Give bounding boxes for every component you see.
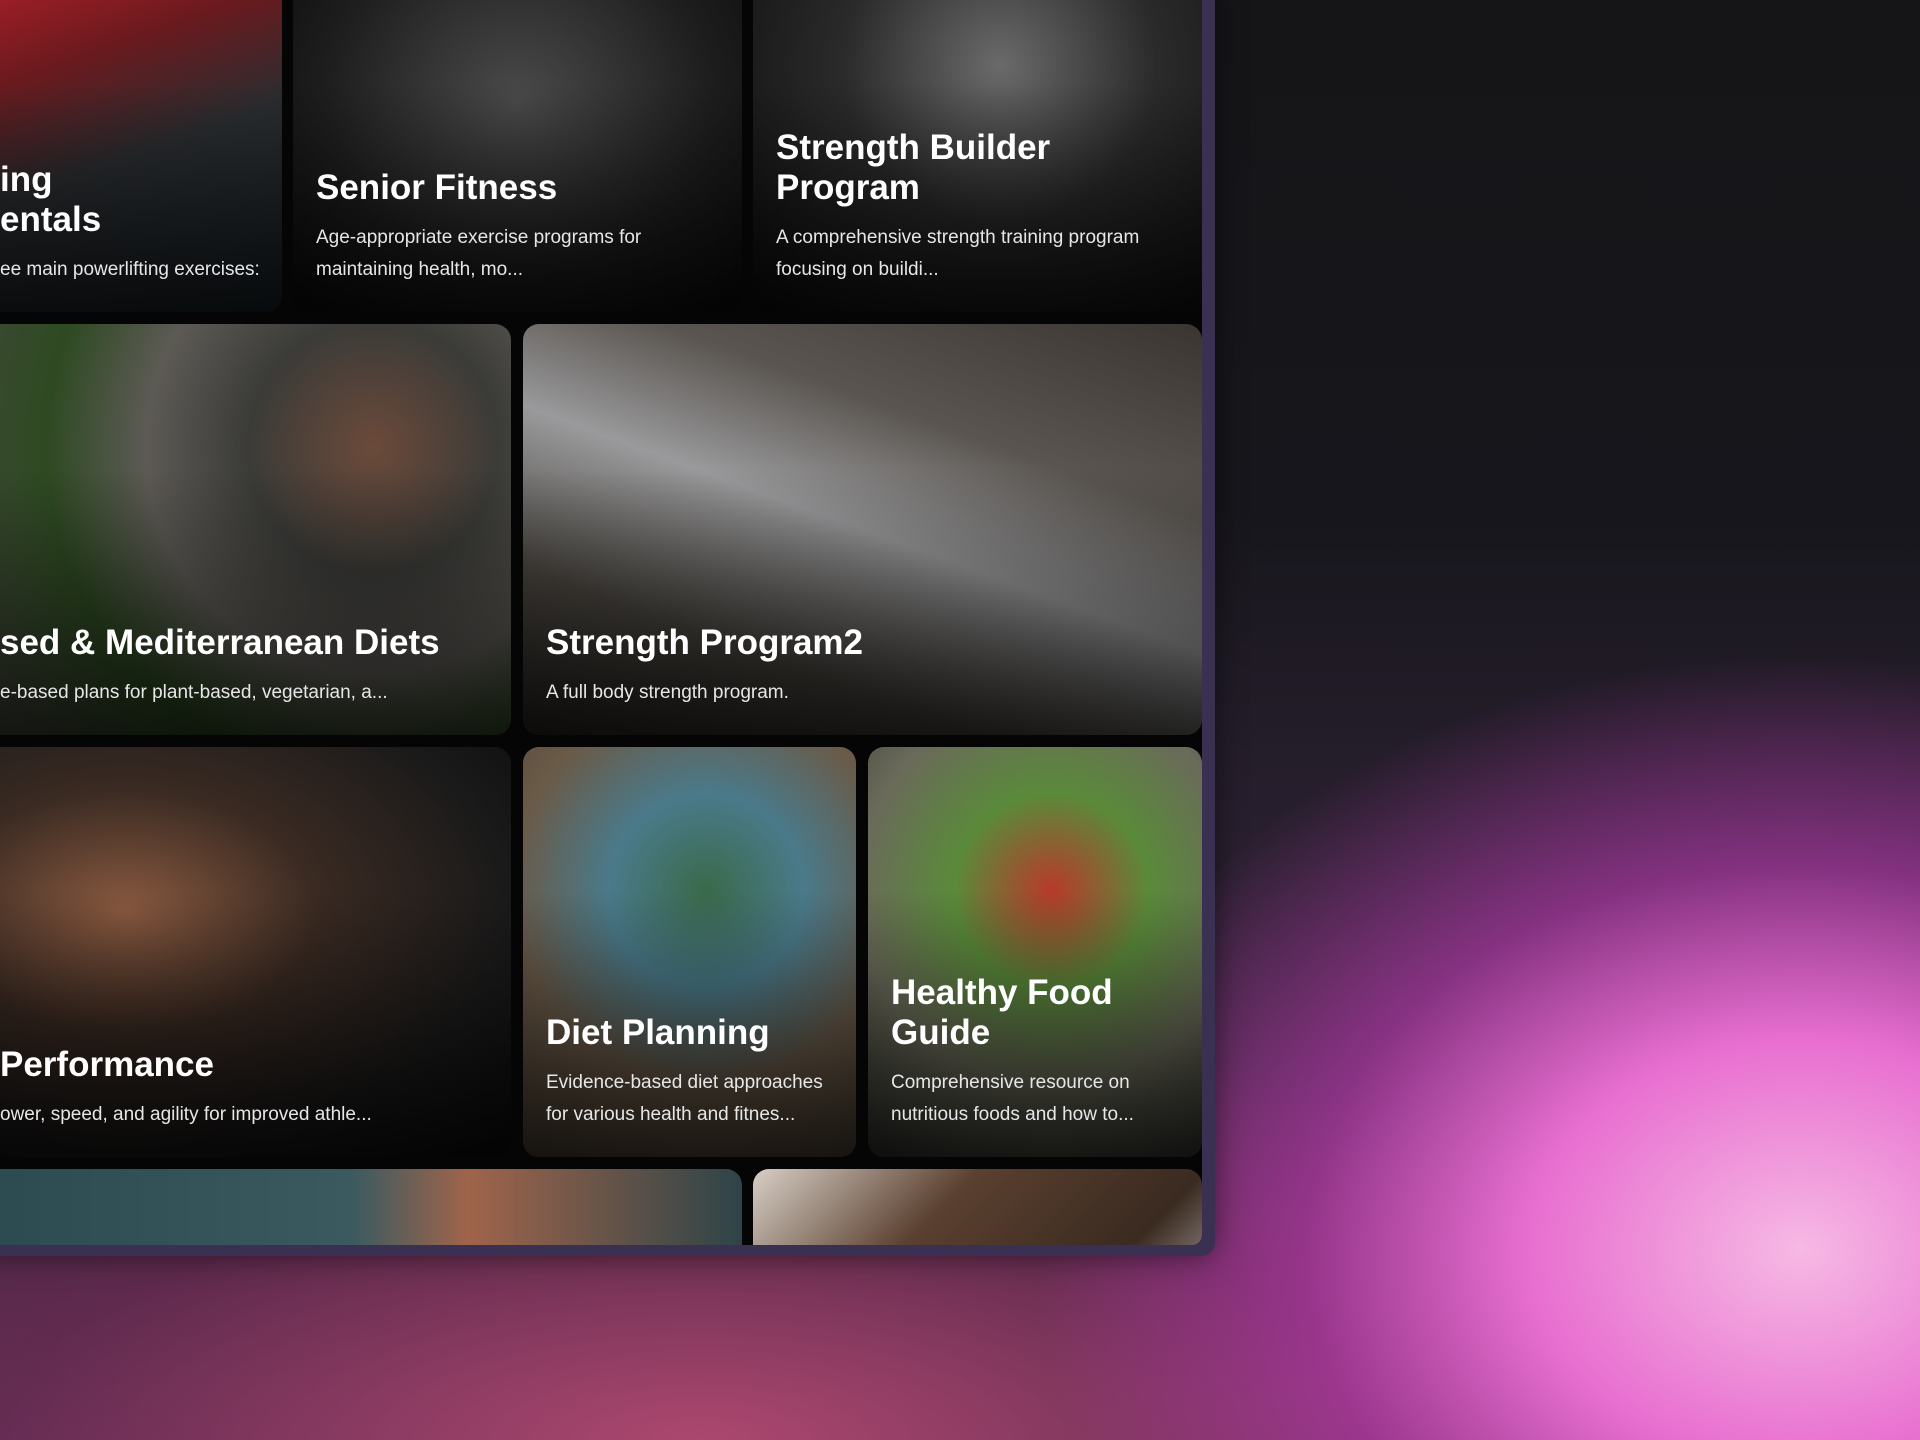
- card-title: ing entals: [0, 160, 102, 239]
- card-grid: ing entals ee main powerlifting exercises…: [0, 0, 1202, 1245]
- card-title: Diet Planning: [546, 1013, 770, 1052]
- card-description: Age-appropriate exercise programs for ma…: [316, 227, 642, 280]
- card-description: Comprehensive resource on nutritious foo…: [891, 1072, 1134, 1125]
- app-window: ing entals ee main powerlifting exercises…: [0, 0, 1215, 1256]
- program-card[interactable]: Healthy Food Guide Comprehensive resourc…: [868, 747, 1202, 1157]
- program-card[interactable]: [753, 1169, 1202, 1245]
- program-card[interactable]: Strength Builder Program A comprehensive…: [753, 0, 1202, 312]
- program-card[interactable]: [0, 1169, 742, 1245]
- card-description: Evidence-based diet approaches for vario…: [546, 1072, 823, 1125]
- program-card[interactable]: ing entals ee main powerlifting exercises…: [0, 0, 282, 312]
- program-card[interactable]: sed & Mediterranean Diets e-based plans …: [0, 324, 511, 735]
- program-card[interactable]: Senior Fitness Age-appropriate exercise …: [293, 0, 742, 312]
- card-title: sed & Mediterranean Diets: [0, 623, 440, 662]
- card-description: ee main powerlifting exercises:: [0, 259, 260, 280]
- card-title: Senior Fitness: [316, 168, 558, 207]
- program-card[interactable]: Diet Planning Evidence-based diet approa…: [523, 747, 856, 1157]
- card-description: ower, speed, and agility for improved at…: [0, 1104, 372, 1125]
- card-title: Healthy Food Guide: [891, 973, 1113, 1052]
- program-card[interactable]: Strength Program2 A full body strength p…: [523, 324, 1202, 735]
- card-title: Strength Builder Program: [776, 128, 1051, 207]
- card-description: A full body strength program.: [546, 682, 789, 703]
- card-description: e-based plans for plant-based, vegetaria…: [0, 682, 388, 703]
- card-title: Performance: [0, 1045, 214, 1084]
- card-title: Strength Program2: [546, 623, 863, 662]
- program-card[interactable]: Performance ower, speed, and agility for…: [0, 747, 511, 1157]
- card-description: A comprehensive strength training progra…: [776, 227, 1140, 280]
